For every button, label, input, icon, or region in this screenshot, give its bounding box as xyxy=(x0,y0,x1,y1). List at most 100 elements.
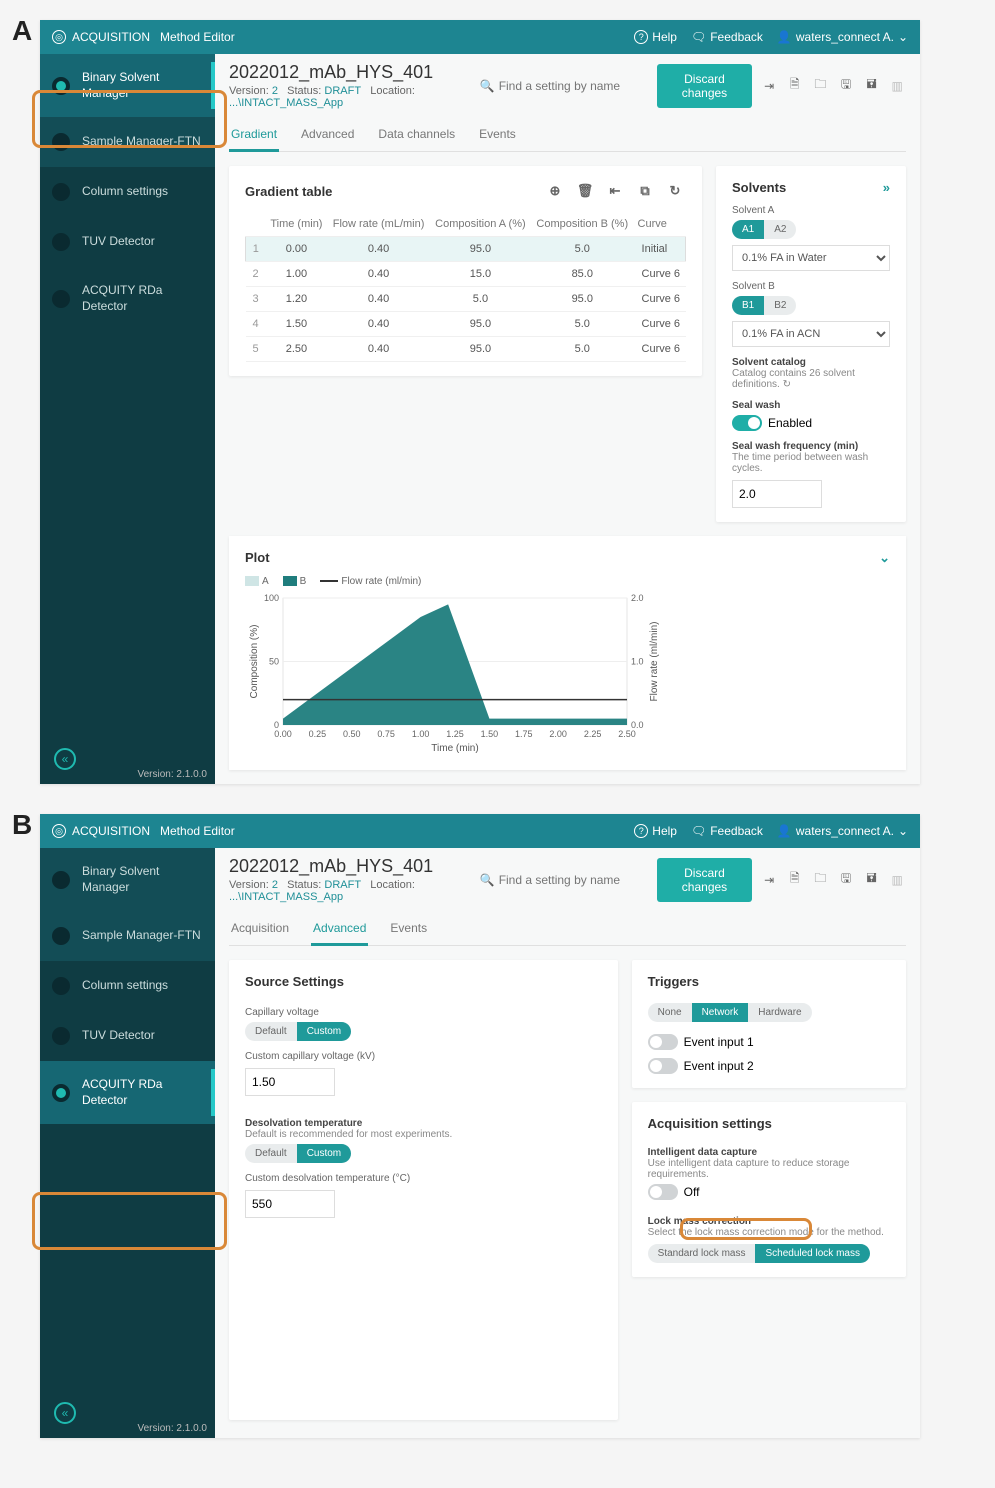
collapse-sidebar-button[interactable]: « xyxy=(54,1402,76,1424)
app-logo-icon: ◎ xyxy=(52,30,66,44)
location-link[interactable]: ...\INTACT_MASS_App xyxy=(229,891,343,903)
col-time: Time (min) xyxy=(266,212,328,237)
pill-network[interactable]: Network xyxy=(692,1003,749,1022)
radio-icon xyxy=(52,290,70,308)
folder-icon[interactable]: 🗀 xyxy=(812,75,830,97)
solvent-b-select[interactable]: 0.1% FA in ACN xyxy=(732,321,890,347)
sidebar-item-column-settings[interactable]: Column settings xyxy=(40,167,215,217)
cell: 0.40 xyxy=(327,262,429,287)
tab-gradient[interactable]: Gradient xyxy=(229,119,279,152)
import-icon[interactable]: ⇥ xyxy=(760,869,778,891)
col-b: Composition B (%) xyxy=(531,212,633,237)
capillary-input[interactable] xyxy=(245,1068,335,1096)
sidebar-item-acquity-rda[interactable]: ACQUITY RDa Detector xyxy=(40,1061,215,1124)
sidebar-item-binary-solvent[interactable]: Binary Solvent Manager xyxy=(40,54,215,117)
pill-default[interactable]: Default xyxy=(245,1144,297,1163)
solvents-card: Solvents» Solvent A A1 A2 0.1% FA in Wat… xyxy=(716,166,906,522)
new-icon[interactable]: 🗎 xyxy=(786,75,804,97)
table-row[interactable]: 41.500.4095.05.0Curve 6 xyxy=(246,312,686,337)
sidebar-item-tuv-detector[interactable]: TUV Detector xyxy=(40,217,215,267)
save-icon[interactable]: 🖫 xyxy=(837,75,855,97)
cap-custom-label: Custom capillary voltage (kV) xyxy=(245,1051,602,1062)
sidebar-item-binary-solvent[interactable]: Binary Solvent Manager xyxy=(40,848,215,911)
expand-plot-icon[interactable]: ⌄ xyxy=(879,550,890,566)
sidebar-item-sample-manager[interactable]: Sample Manager-FTN xyxy=(40,911,215,961)
add-row-icon[interactable]: ⊕ xyxy=(544,180,566,202)
pill-hardware[interactable]: Hardware xyxy=(748,1003,811,1022)
saveas-icon[interactable]: 🖬 xyxy=(863,869,881,891)
search-input[interactable] xyxy=(499,873,649,887)
discard-button[interactable]: Discard changes xyxy=(657,64,753,108)
solvent-a-select[interactable]: 0.1% FA in Water xyxy=(732,245,890,271)
idc-desc: Use intelligent data capture to reduce s… xyxy=(648,1158,890,1180)
layout-icon[interactable]: ▥ xyxy=(888,869,906,891)
saveas-icon[interactable]: 🖬 xyxy=(863,75,881,97)
tab-advanced[interactable]: Advanced xyxy=(299,119,356,151)
help-button[interactable]: ?Help xyxy=(634,824,677,838)
feedback-button[interactable]: 🗨Feedback xyxy=(691,824,763,838)
version-link[interactable]: 2 xyxy=(272,879,278,891)
delete-row-icon[interactable]: 🗑 xyxy=(574,180,596,202)
status-link[interactable]: DRAFT xyxy=(324,85,361,97)
user-menu[interactable]: 👤waters_connect A.⌄ xyxy=(777,30,908,44)
seal-freq-input[interactable] xyxy=(732,480,822,508)
cell: 4 xyxy=(246,312,266,337)
new-icon[interactable]: 🗎 xyxy=(786,869,804,891)
desolv-input[interactable] xyxy=(245,1190,335,1218)
user-menu[interactable]: 👤waters_connect A.⌄ xyxy=(777,824,908,838)
insert-row-icon[interactable]: ⇤ xyxy=(604,180,626,202)
refresh-catalog-icon[interactable]: ↻ xyxy=(783,379,791,390)
tab-events[interactable]: Events xyxy=(388,913,429,945)
solvent-b-pills: B1 B2 xyxy=(732,296,890,315)
table-row[interactable]: 10.000.4095.05.0Initial xyxy=(246,237,686,262)
cell: Curve 6 xyxy=(634,337,686,362)
pill-sched-lock[interactable]: Scheduled lock mass xyxy=(755,1244,870,1263)
table-row[interactable]: 21.000.4015.085.0Curve 6 xyxy=(246,262,686,287)
folder-icon[interactable]: 🗀 xyxy=(812,869,830,891)
import-icon[interactable]: ⇥ xyxy=(760,75,778,97)
sidebar-item-column-settings[interactable]: Column settings xyxy=(40,961,215,1011)
plot-card: Plot⌄ A B Flow rate (ml/min) 0501000.01.… xyxy=(229,536,906,770)
sidebar-item-sample-manager[interactable]: Sample Manager-FTN xyxy=(40,117,215,167)
tab-data-channels[interactable]: Data channels xyxy=(376,119,457,151)
sidebar-item-acquity-rda[interactable]: ACQUITY RDa Detector xyxy=(40,267,215,330)
pill-b2[interactable]: B2 xyxy=(764,296,796,315)
pill-none[interactable]: None xyxy=(648,1003,692,1022)
search-input[interactable] xyxy=(499,79,649,93)
desolv-desc: Default is recommended for most experime… xyxy=(245,1129,602,1140)
idc-toggle[interactable]: Off xyxy=(648,1184,890,1200)
tab-advanced[interactable]: Advanced xyxy=(311,913,368,946)
pill-b1[interactable]: B1 xyxy=(732,296,764,315)
version-link[interactable]: 2 xyxy=(272,85,278,97)
pill-custom[interactable]: Custom xyxy=(297,1144,351,1163)
status-link[interactable]: DRAFT xyxy=(324,879,361,891)
cell: 2 xyxy=(246,262,266,287)
col-a: Composition A (%) xyxy=(430,212,531,237)
save-icon[interactable]: 🖫 xyxy=(837,869,855,891)
pill-std-lock[interactable]: Standard lock mass xyxy=(648,1244,756,1263)
table-row[interactable]: 31.200.405.095.0Curve 6 xyxy=(246,287,686,312)
filter-icon[interactable]: ⧉ xyxy=(634,180,656,202)
feedback-button[interactable]: 🗨Feedback xyxy=(691,30,763,44)
expand-icon[interactable]: » xyxy=(883,180,890,195)
event1-toggle[interactable]: Event input 1 xyxy=(648,1034,890,1050)
collapse-sidebar-button[interactable]: « xyxy=(54,748,76,770)
seal-wash-toggle[interactable]: Enabled xyxy=(732,415,890,431)
pill-a2[interactable]: A2 xyxy=(764,220,796,239)
pill-custom[interactable]: Custom xyxy=(297,1022,351,1041)
help-button[interactable]: ?Help xyxy=(634,30,677,44)
table-row[interactable]: 52.500.4095.05.0Curve 6 xyxy=(246,337,686,362)
tab-events[interactable]: Events xyxy=(477,119,518,151)
discard-button[interactable]: Discard changes xyxy=(657,858,753,902)
location-link[interactable]: ...\INTACT_MASS_App xyxy=(229,97,343,109)
sidebar-version: Version: 2.1.0.0 xyxy=(138,1423,208,1434)
tab-acquisition[interactable]: Acquisition xyxy=(229,913,291,945)
pill-default[interactable]: Default xyxy=(245,1022,297,1041)
layout-icon[interactable]: ▥ xyxy=(888,75,906,97)
event2-toggle[interactable]: Event input 2 xyxy=(648,1058,890,1074)
refresh-icon[interactable]: ↻ xyxy=(664,180,686,202)
sidebar-item-tuv-detector[interactable]: TUV Detector xyxy=(40,1011,215,1061)
pill-a1[interactable]: A1 xyxy=(732,220,764,239)
triggers-title: Triggers xyxy=(648,974,890,989)
cell: 3 xyxy=(246,287,266,312)
